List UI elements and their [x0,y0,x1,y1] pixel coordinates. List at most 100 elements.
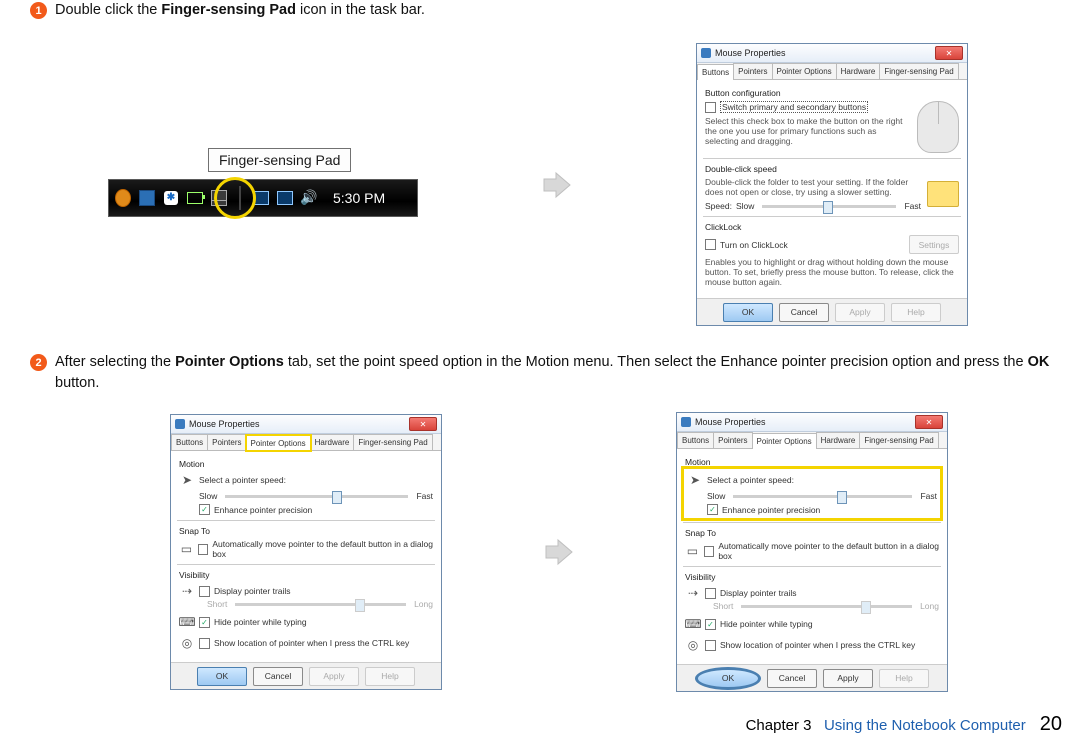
dialog-icon [681,417,691,427]
tray-icon-1 [115,190,131,206]
arrow-right-icon [544,537,574,567]
close-icon[interactable]: ✕ [935,46,963,60]
step-1-b1: Finger-sensing Pad [161,2,296,18]
step-2-b1: Pointer Options [175,354,284,370]
speed-slow: Slow [736,201,754,211]
ctrl-icon: ◎ [685,637,701,653]
tab-pointer-options[interactable]: Pointer Options [772,63,837,79]
hide-label: Hide pointer while typing [720,619,813,629]
step-2-t2: tab, set the point speed option in the M… [284,354,1028,370]
tab-pointer-options[interactable]: Pointer Options [752,433,817,449]
footer-page: 20 [1040,713,1062,736]
motion-fast: Fast [920,491,937,501]
help-button[interactable]: Help [365,667,415,686]
page-footer: Chapter 3 Using the Notebook Computer 20 [746,713,1062,736]
apply-button[interactable]: Apply [823,669,873,688]
dialog-tabs: Buttons Pointers Pointer Options Hardwar… [171,434,441,451]
cancel-button[interactable]: Cancel [767,669,817,688]
close-icon[interactable]: ✕ [409,417,437,431]
step-1-badge: 1 [30,2,47,19]
tab-pointer-options[interactable]: Pointer Options [246,435,311,451]
hide-icon: ⌨ [685,616,701,632]
ok-button[interactable]: OK [723,303,773,322]
apply-button[interactable]: Apply [835,303,885,322]
step-2-t3: button. [55,375,99,391]
cancel-button[interactable]: Cancel [779,303,829,322]
cancel-button[interactable]: Cancel [253,667,303,686]
ok-button[interactable]: OK [695,667,761,690]
pointer-speed-slider[interactable] [733,495,912,498]
pointer-icon: ➤ [687,472,703,488]
ctrl-checkbox[interactable] [705,640,716,651]
snap-checkbox[interactable] [198,544,208,555]
trails-long: Long [414,599,433,609]
help-button[interactable]: Help [891,303,941,322]
tab-pointers[interactable]: Pointers [713,432,752,448]
tab-hardware[interactable]: Hardware [816,432,861,448]
help-button[interactable]: Help [879,669,929,688]
mouse-properties-po-dialog-1: Mouse Properties ✕ Buttons Pointers Poin… [170,414,442,690]
ctrl-icon: ◎ [179,635,195,651]
switch-buttons-label: Switch primary and secondary buttons [720,101,868,113]
footer-chapter: Chapter 3 [746,717,812,734]
trails-checkbox[interactable] [199,586,210,597]
arrow-right-icon [542,170,572,200]
group-visibility: Visibility [685,572,939,582]
snap-label: Automatically move pointer to the defaul… [718,541,939,561]
dialog-tabs: Buttons Pointers Pointer Options Hardwar… [677,432,947,449]
step-1-t1: Double click the [55,2,161,18]
tab-buttons[interactable]: Buttons [171,434,208,450]
taskbar: ✱ 🔊 5:30 PM [108,179,418,217]
trails-short: Short [713,601,733,611]
trails-slider [741,605,912,608]
ok-button[interactable]: OK [197,667,247,686]
tray-icon-2 [139,190,155,206]
tab-hardware[interactable]: Hardware [836,63,881,79]
ctrl-checkbox[interactable] [199,638,210,649]
select-speed-label: Select a pointer speed: [707,475,794,485]
step-2-t1: After selecting the [55,354,175,370]
tab-finger-sensing-pad[interactable]: Finger-sensing Pad [353,434,432,450]
trails-label: Display pointer trails [214,586,291,596]
close-icon[interactable]: ✕ [915,415,943,429]
pointer-icon: ➤ [179,472,195,488]
snap-checkbox[interactable] [704,546,714,557]
button-config-desc: Select this check box to make the button… [705,116,911,146]
battery-icon [187,190,203,206]
tab-finger-sensing-pad[interactable]: Finger-sensing Pad [879,63,958,79]
group-button-config: Button configuration [705,88,959,98]
trails-label: Display pointer trails [720,588,797,598]
hide-checkbox[interactable]: ✓ [199,617,210,628]
taskbar-clock: 5:30 PM [333,190,385,206]
hide-checkbox[interactable]: ✓ [705,619,716,630]
group-double-click: Double-click speed [705,164,959,174]
clicklock-settings-button: Settings [909,235,959,254]
group-snap-to: Snap To [179,526,433,536]
snap-label: Automatically move pointer to the defaul… [212,539,433,559]
group-motion: Motion [685,457,939,467]
snap-icon: ▭ [179,541,194,557]
trails-short: Short [207,599,227,609]
speed-fast: Fast [904,201,921,211]
enhance-precision-checkbox[interactable]: ✓ [199,504,210,515]
switch-buttons-checkbox[interactable] [705,102,716,113]
trails-checkbox[interactable] [705,588,716,599]
double-click-slider[interactable] [762,205,896,208]
dialog-tabs: Buttons Pointers Pointer Options Hardwar… [697,63,967,80]
group-clicklock: ClickLock [705,222,959,232]
tab-pointers[interactable]: Pointers [733,63,772,79]
tray-icon-network [277,190,293,206]
tab-hardware[interactable]: Hardware [310,434,355,450]
tab-pointers[interactable]: Pointers [207,434,246,450]
pointer-speed-slider[interactable] [225,495,408,498]
tab-finger-sensing-pad[interactable]: Finger-sensing Pad [859,432,938,448]
clicklock-checkbox[interactable] [705,239,716,250]
tab-buttons[interactable]: Buttons [697,64,734,80]
dialog-icon [175,419,185,429]
folder-test-icon[interactable] [927,181,959,207]
apply-button[interactable]: Apply [309,667,359,686]
enhance-precision-checkbox[interactable]: ✓ [707,504,718,515]
group-motion: Motion [179,459,433,469]
double-click-desc: Double-click the folder to test your set… [705,177,921,197]
tab-buttons[interactable]: Buttons [677,432,714,448]
